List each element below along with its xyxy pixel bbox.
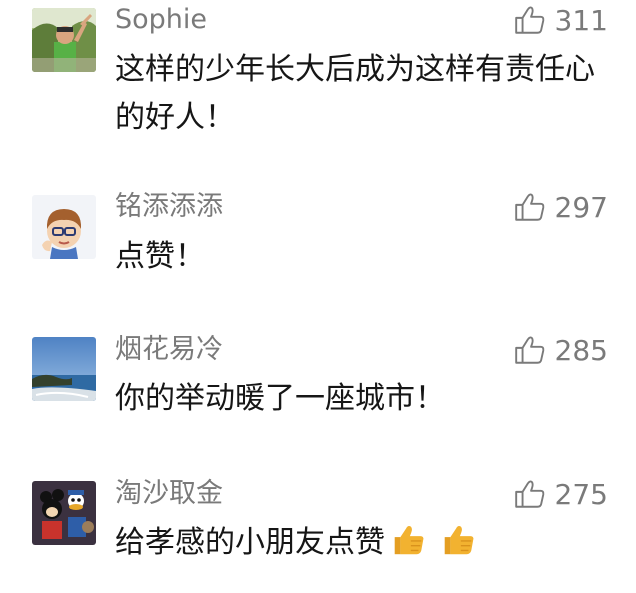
- comment-item: 铭添添添 297 点赞！: [0, 190, 636, 290]
- comment-text-row: 给孝感的小朋友点赞: [115, 519, 595, 567]
- thumbs-up-icon: [514, 336, 544, 364]
- cartoon-boy-avatar[interactable]: [32, 195, 96, 259]
- comment-item: 淘沙取金 275 给孝感的小朋友点赞: [0, 475, 636, 585]
- cartoon-characters-avatar[interactable]: [32, 481, 96, 545]
- thumbs-up-emoji-icon: [444, 526, 474, 555]
- boy-photo-avatar[interactable]: [32, 8, 96, 72]
- comment-item: Sophie 311 这样的少年长大后成为这样有责任心的好人！: [0, 0, 636, 150]
- comment-text: 这样的少年长大后成为这样有责任心的好人！: [115, 52, 595, 135]
- thumbs-up-icon: [514, 6, 544, 34]
- comment-text: 点赞！: [115, 239, 205, 274]
- thumbs-up-emoji-icon: [394, 526, 424, 555]
- thumbs-up-icon: [514, 480, 544, 508]
- like-count: 275: [554, 477, 608, 511]
- comment-username[interactable]: 淘沙取金: [115, 477, 223, 511]
- like-button[interactable]: 285: [513, 333, 608, 367]
- like-count: 311: [554, 3, 608, 37]
- thumbs-up-icon: [514, 193, 544, 221]
- like-button[interactable]: 297: [513, 190, 608, 224]
- comment-list: Sophie 311 这样的少年长大后成为这样有责任心的好人！ 铭添添添 297…: [0, 0, 636, 593]
- comment-username[interactable]: 烟花易冷: [115, 333, 223, 367]
- like-count: 297: [554, 190, 608, 224]
- comment-text: 给孝感的小朋友点赞: [115, 525, 385, 560]
- like-count: 285: [554, 333, 608, 367]
- comment-username[interactable]: Sophie: [115, 3, 207, 37]
- seaside-photo-avatar[interactable]: [32, 337, 96, 401]
- like-button[interactable]: 311: [513, 3, 608, 37]
- comment-item: 烟花易冷 285 你的举动暖了一座城市！: [0, 333, 636, 433]
- like-button[interactable]: 275: [513, 477, 608, 511]
- comment-username[interactable]: 铭添添添: [115, 190, 223, 224]
- comment-text: 你的举动暖了一座城市！: [115, 381, 445, 416]
